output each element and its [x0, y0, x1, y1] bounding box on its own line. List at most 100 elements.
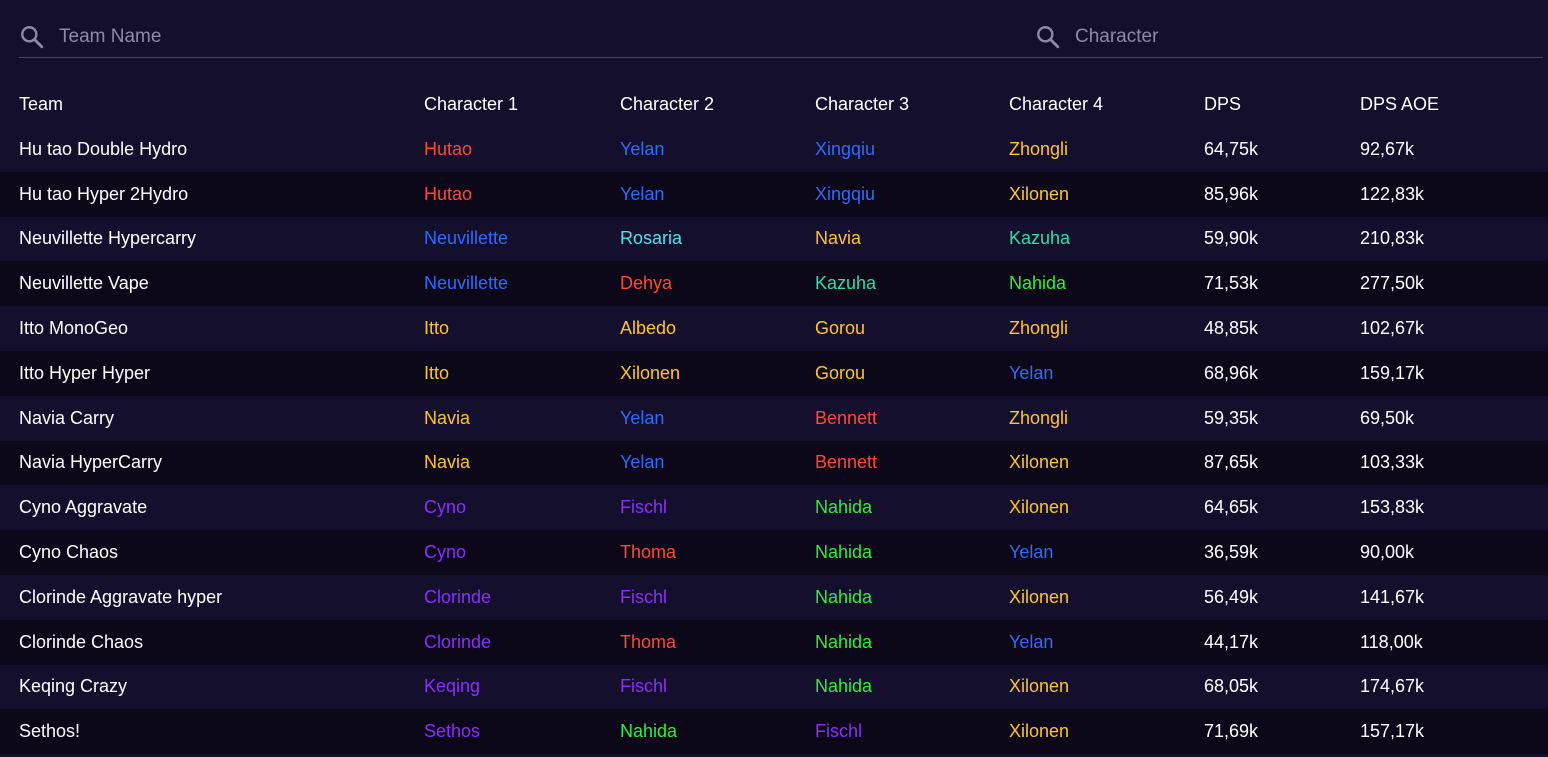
table-row[interactable]: Navia HyperCarry Navia Yelan Bennett Xilonen…	[0, 440, 1548, 486]
table-row[interactable]: Itto Hyper Hyper Itto Xilonen Gorou Yelan 68,…	[0, 350, 1548, 396]
table-row[interactable]: Cyno Aggravate Cyno Fischl Nahida Xilonen 64,…	[0, 485, 1548, 531]
team-name-cell: Navia HyperCarry	[19, 452, 163, 473]
dps-cell: 68,05k	[1204, 676, 1259, 697]
character-2-cell: Yelan	[620, 138, 665, 159]
dps-cell: 56,49k	[1204, 586, 1259, 607]
table-row[interactable]: Cyno Chaos Cyno Thoma Nahida Yelan 36,59k 90,0…	[0, 530, 1548, 575]
dps-cell: 44,17k	[1204, 631, 1259, 652]
dps-cell: 71,53k	[1204, 273, 1259, 294]
character-2-cell: Yelan	[620, 183, 665, 204]
team-name-cell: Cyno Chaos	[19, 542, 119, 563]
character-1-cell: Hutao	[424, 138, 473, 159]
character-1-cell: Neuvillette	[424, 228, 509, 249]
character-4-cell: Xilonen	[1009, 183, 1070, 204]
column-header-character-3[interactable]: Character 3	[815, 81, 909, 127]
dps-aoe-cell: 103,33k	[1360, 452, 1425, 473]
team-search-field[interactable]	[19, 23, 619, 51]
table-body: Hu tao Double Hydro Hutao Yelan Xingqiu Zhon…	[0, 127, 1548, 755]
team-name-cell: Keqing Crazy	[19, 676, 128, 697]
character-3-cell: Nahida	[815, 586, 873, 607]
team-name-search-input[interactable]	[59, 26, 479, 48]
character-2-cell: Yelan	[620, 407, 665, 428]
table-row[interactable]: Clorinde Aggravate hyper Clorinde Fischl Na…	[0, 574, 1548, 620]
character-4-cell: Kazuha	[1009, 228, 1071, 249]
character-3-cell: Nahida	[815, 497, 873, 518]
character-1-cell: Keqing	[424, 676, 481, 697]
column-header-dps[interactable]: DPS	[1204, 81, 1241, 127]
character-search-input[interactable]	[1075, 26, 1495, 48]
character-2-cell: Fischl	[620, 497, 668, 518]
dps-aoe-cell: 153,83k	[1360, 497, 1425, 518]
dps-cell: 59,90k	[1204, 228, 1259, 249]
team-name-cell: Neuvillette Hypercarry	[19, 228, 197, 249]
column-header-dps-aoe[interactable]: DPS AOE	[1360, 81, 1439, 127]
character-4-cell: Nahida	[1009, 273, 1067, 294]
column-header-character-4[interactable]: Character 4	[1009, 81, 1103, 127]
character-4-cell: Yelan	[1009, 362, 1054, 383]
team-name-cell: Cyno Aggravate	[19, 497, 148, 518]
table-row[interactable]: Navia Carry Navia Yelan Bennett Zhongli 59,35…	[0, 395, 1548, 441]
character-3-cell: Nahida	[815, 631, 873, 652]
table-row[interactable]: Keqing Crazy Keqing Fischl Nahida Xilonen 68,…	[0, 664, 1548, 710]
dps-cell: 36,59k	[1204, 542, 1259, 563]
character-3-cell: Navia	[815, 228, 862, 249]
character-3-cell: Gorou	[815, 318, 866, 339]
character-4-cell: Xilonen	[1009, 452, 1070, 473]
dps-aoe-cell: 90,00k	[1360, 542, 1415, 563]
character-4-cell: Yelan	[1009, 631, 1054, 652]
dps-cell: 48,85k	[1204, 318, 1259, 339]
dps-cell: 64,75k	[1204, 138, 1259, 159]
dps-cell: 59,35k	[1204, 407, 1259, 428]
table-header-row: Team Character 1 Character 2 Character 3…	[0, 81, 1548, 127]
character-4-cell: Zhongli	[1009, 407, 1069, 428]
team-name-cell: Clorinde Aggravate hyper	[19, 586, 223, 607]
dps-aoe-cell: 69,50k	[1360, 407, 1415, 428]
table-row[interactable]: Sethos! Sethos Nahida Fischl Xilonen 71,69k 15…	[0, 709, 1548, 755]
character-2-cell: Dehya	[620, 273, 673, 294]
character-2-cell: Yelan	[620, 452, 665, 473]
table-row[interactable]: Itto MonoGeo Itto Albedo Gorou Zhongli 48,85k…	[0, 306, 1548, 351]
character-1-cell: Navia	[424, 407, 471, 428]
character-4-cell: Xilonen	[1009, 721, 1070, 742]
character-4-cell: Xilonen	[1009, 676, 1070, 697]
character-2-cell: Fischl	[620, 676, 668, 697]
character-3-cell: Nahida	[815, 676, 873, 697]
dps-cell: 64,65k	[1204, 497, 1259, 518]
team-name-cell: Itto Hyper Hyper	[19, 362, 151, 383]
column-header-team[interactable]: Team	[19, 81, 63, 127]
dps-aoe-cell: 210,83k	[1360, 228, 1425, 249]
dps-aoe-cell: 122,83k	[1360, 183, 1425, 204]
dps-aoe-cell: 92,67k	[1360, 138, 1415, 159]
dps-cell: 87,65k	[1204, 452, 1259, 473]
character-1-cell: Hutao	[424, 183, 473, 204]
character-3-cell: Xingqiu	[815, 138, 876, 159]
dps-aoe-cell: 277,50k	[1360, 273, 1425, 294]
character-1-cell: Itto	[424, 318, 450, 339]
character-2-cell: Rosaria	[620, 228, 683, 249]
character-3-cell: Bennett	[815, 452, 878, 473]
column-header-character-2[interactable]: Character 2	[620, 81, 714, 127]
table-row[interactable]: Hu tao Hyper 2Hydro Hutao Yelan Xingqiu Xilo…	[0, 171, 1548, 217]
table-row[interactable]: Clorinde Chaos Clorinde Thoma Nahida Yelan 44…	[0, 619, 1548, 665]
team-name-cell: Itto MonoGeo	[19, 318, 129, 339]
dps-cell: 85,96k	[1204, 183, 1259, 204]
character-search-field[interactable]	[1035, 23, 1535, 51]
team-name-cell: Neuvillette Vape	[19, 273, 149, 294]
character-3-cell: Bennett	[815, 407, 878, 428]
character-2-cell: Nahida	[620, 721, 678, 742]
table-row[interactable]: Neuvillette Hypercarry Neuvillette Rosaria…	[0, 216, 1548, 262]
column-header-character-1[interactable]: Character 1	[424, 81, 518, 127]
table-row[interactable]: Hu tao Double Hydro Hutao Yelan Xingqiu Zhon…	[0, 127, 1548, 172]
dps-cell: 68,96k	[1204, 362, 1259, 383]
character-3-cell: Gorou	[815, 362, 866, 383]
search-icon	[21, 26, 44, 49]
character-2-cell: Fischl	[620, 586, 668, 607]
character-1-cell: Cyno	[424, 497, 467, 518]
character-3-cell: Xingqiu	[815, 183, 876, 204]
table-row[interactable]: Neuvillette Vape Neuvillette Dehya Kazuha Na…	[0, 261, 1548, 307]
team-name-cell: Sethos!	[19, 721, 81, 742]
character-4-cell: Xilonen	[1009, 497, 1070, 518]
character-2-cell: Albedo	[620, 318, 677, 339]
character-2-cell: Thoma	[620, 631, 677, 652]
dps-aoe-cell: 141,67k	[1360, 586, 1425, 607]
